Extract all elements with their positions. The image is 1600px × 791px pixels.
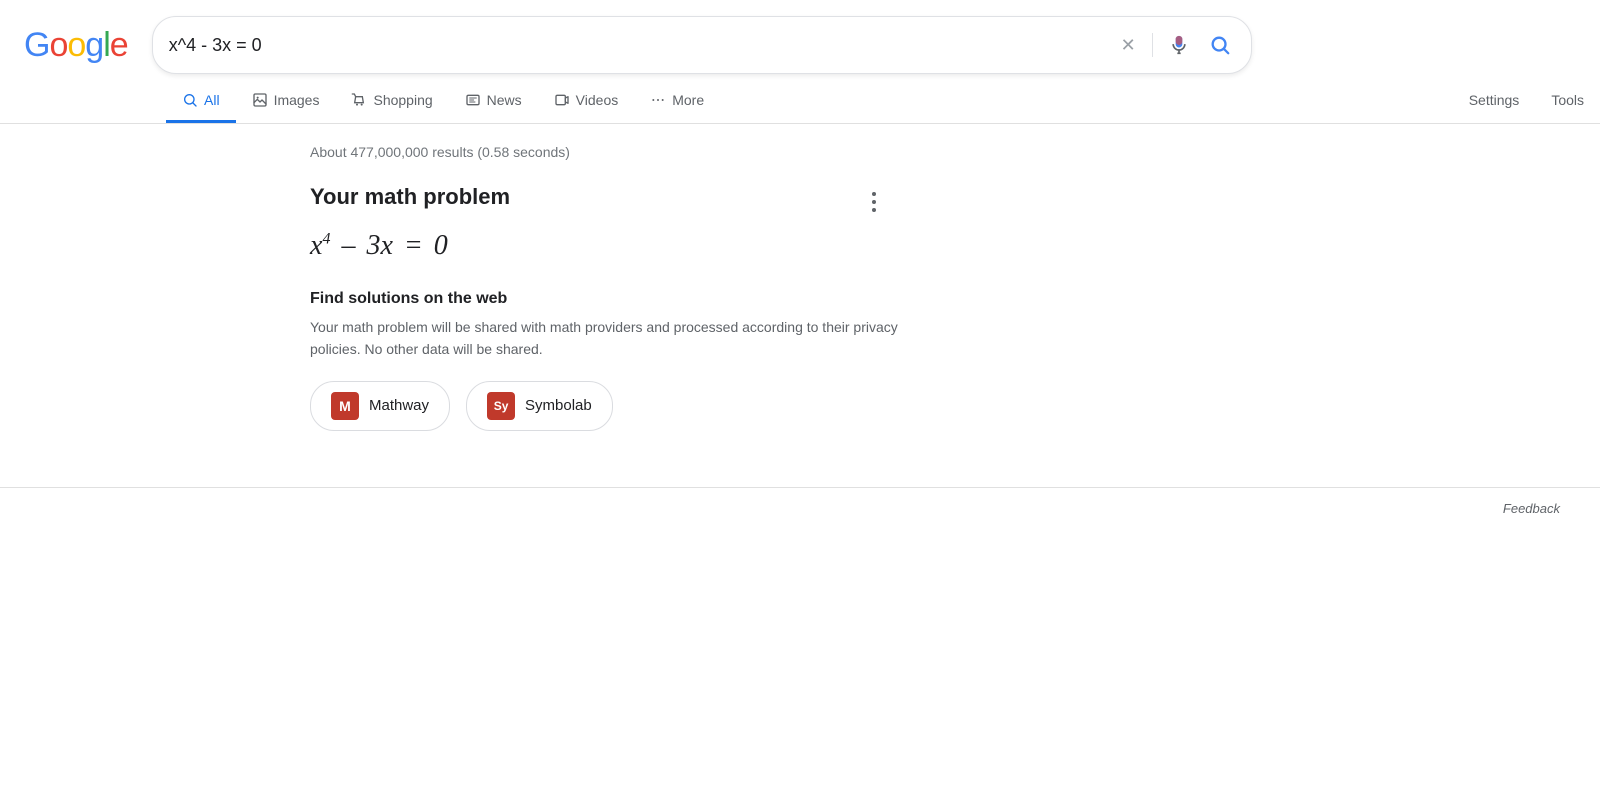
symbolab-label: Symbolab: [525, 397, 592, 414]
shopping-tab-icon: [351, 92, 367, 108]
search-icon: [1209, 34, 1231, 56]
nav-right: Settings Tools: [1453, 78, 1600, 123]
divider: [1152, 33, 1153, 57]
feedback-link[interactable]: Feedback: [1503, 501, 1560, 516]
mathway-logo-text: M: [339, 398, 351, 414]
search-bar-icons: ✕: [1117, 27, 1235, 63]
news-tab-icon: [465, 92, 481, 108]
tab-images[interactable]: Images: [236, 78, 336, 123]
microphone-icon: [1169, 31, 1189, 59]
images-tab-icon: [252, 92, 268, 108]
results-count: About 477,000,000 results (0.58 seconds): [310, 144, 900, 160]
formula-x: x4: [310, 230, 330, 262]
main-content: About 477,000,000 results (0.58 seconds)…: [0, 124, 900, 447]
symbolab-logo: Sy: [487, 392, 515, 420]
math-card: Your math problem x4 – 3x = 0 Find solut…: [310, 184, 900, 447]
microphone-button[interactable]: [1165, 27, 1193, 63]
card-menu-button[interactable]: [864, 188, 884, 216]
tab-more-label: More: [672, 92, 704, 108]
search-submit-button[interactable]: [1205, 30, 1235, 60]
search-bar: x^4 - 3x = 0 ✕: [152, 16, 1252, 74]
symbolab-button[interactable]: Sy Symbolab: [466, 381, 613, 431]
tab-news-label: News: [487, 92, 522, 108]
bottom-area: Feedback: [0, 487, 1600, 530]
tab-more[interactable]: More: [634, 78, 720, 123]
formula-zero: 0: [434, 230, 448, 262]
tab-images-label: Images: [274, 92, 320, 108]
tools-button[interactable]: Tools: [1535, 78, 1600, 123]
find-solutions-desc: Your math problem will be shared with ma…: [310, 316, 900, 361]
tab-shopping[interactable]: Shopping: [335, 78, 448, 123]
math-providers: M Mathway Sy Symbolab: [310, 381, 900, 431]
settings-button[interactable]: Settings: [1453, 78, 1536, 123]
google-logo: Google: [24, 26, 128, 65]
search-input[interactable]: x^4 - 3x = 0: [169, 35, 1109, 56]
header: Google x^4 - 3x = 0 ✕: [0, 0, 1600, 74]
tab-all-label: All: [204, 92, 220, 108]
math-card-title: Your math problem: [310, 184, 900, 210]
find-solutions-title: Find solutions on the web: [310, 290, 900, 308]
symbolab-logo-text: Sy: [494, 399, 509, 413]
tab-shopping-label: Shopping: [373, 92, 432, 108]
videos-tab-icon: [554, 92, 570, 108]
math-formula: x4 – 3x = 0: [310, 230, 900, 262]
tab-videos-label: Videos: [576, 92, 619, 108]
clear-button[interactable]: ✕: [1117, 32, 1140, 58]
formula-equals: =: [397, 230, 430, 262]
tab-videos[interactable]: Videos: [538, 78, 635, 123]
close-icon: ✕: [1121, 36, 1136, 54]
tab-news[interactable]: News: [449, 78, 538, 123]
search-bar-wrapper: x^4 - 3x = 0 ✕: [152, 16, 1252, 74]
mathway-label: Mathway: [369, 397, 429, 414]
mathway-button[interactable]: M Mathway: [310, 381, 450, 431]
formula-3x: 3x: [366, 230, 392, 262]
formula-minus: –: [334, 230, 362, 262]
nav-tabs: All Images Shopping: [0, 78, 1600, 124]
settings-label: Settings: [1469, 92, 1520, 108]
mathway-logo: M: [331, 392, 359, 420]
three-dots-icon: [872, 192, 876, 212]
tools-label: Tools: [1551, 92, 1584, 108]
tab-all[interactable]: All: [166, 78, 236, 123]
search-tab-icon: [182, 92, 198, 108]
more-tab-icon: [650, 92, 666, 108]
